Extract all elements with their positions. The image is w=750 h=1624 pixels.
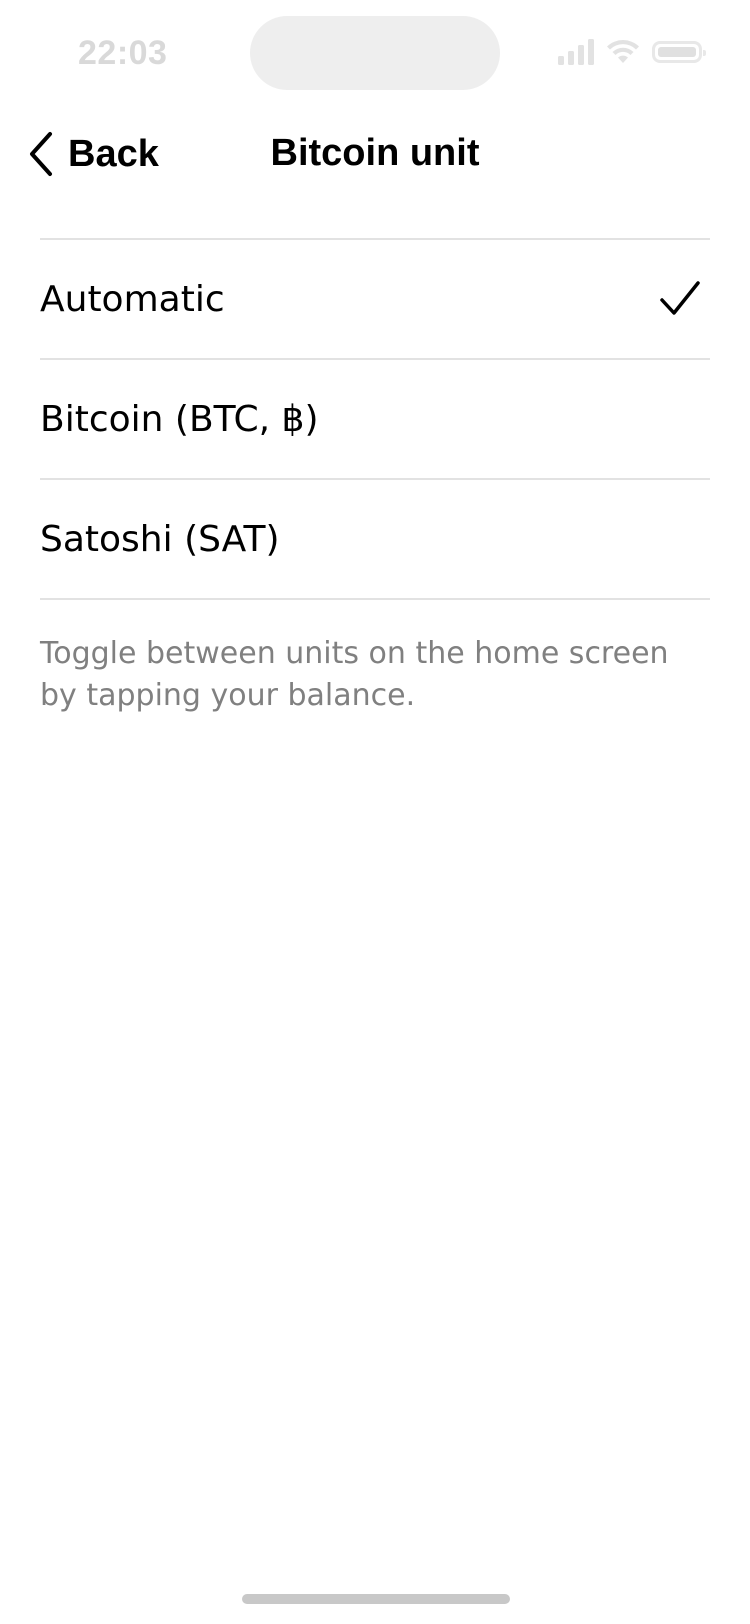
battery-icon bbox=[652, 41, 706, 63]
checkmark-icon bbox=[660, 281, 700, 315]
wifi-icon bbox=[607, 40, 639, 63]
signal-icon bbox=[558, 39, 594, 65]
unit-options-list: Automatic Bitcoin (BTC, ฿) Satoshi (SAT) bbox=[40, 238, 710, 600]
nav-bar: Bitcoin unit Back bbox=[0, 110, 750, 198]
status-icons bbox=[558, 38, 706, 66]
back-button[interactable]: Back bbox=[28, 128, 159, 180]
option-bitcoin[interactable]: Bitcoin (BTC, ฿) bbox=[40, 360, 710, 480]
option-satoshi[interactable]: Satoshi (SAT) bbox=[40, 480, 710, 600]
status-time: 22:03 bbox=[78, 34, 168, 72]
chevron-left-icon bbox=[30, 132, 52, 176]
option-label: Satoshi (SAT) bbox=[40, 518, 280, 560]
home-indicator[interactable] bbox=[242, 1594, 510, 1604]
option-automatic[interactable]: Automatic bbox=[40, 240, 710, 360]
status-bar: 22:03 bbox=[0, 0, 750, 100]
option-label: Bitcoin (BTC, ฿) bbox=[40, 398, 319, 440]
back-label: Back bbox=[68, 132, 159, 175]
helper-text: Toggle between units on the home screen … bbox=[40, 636, 669, 713]
dynamic-island bbox=[250, 16, 500, 90]
option-label: Automatic bbox=[40, 278, 225, 320]
